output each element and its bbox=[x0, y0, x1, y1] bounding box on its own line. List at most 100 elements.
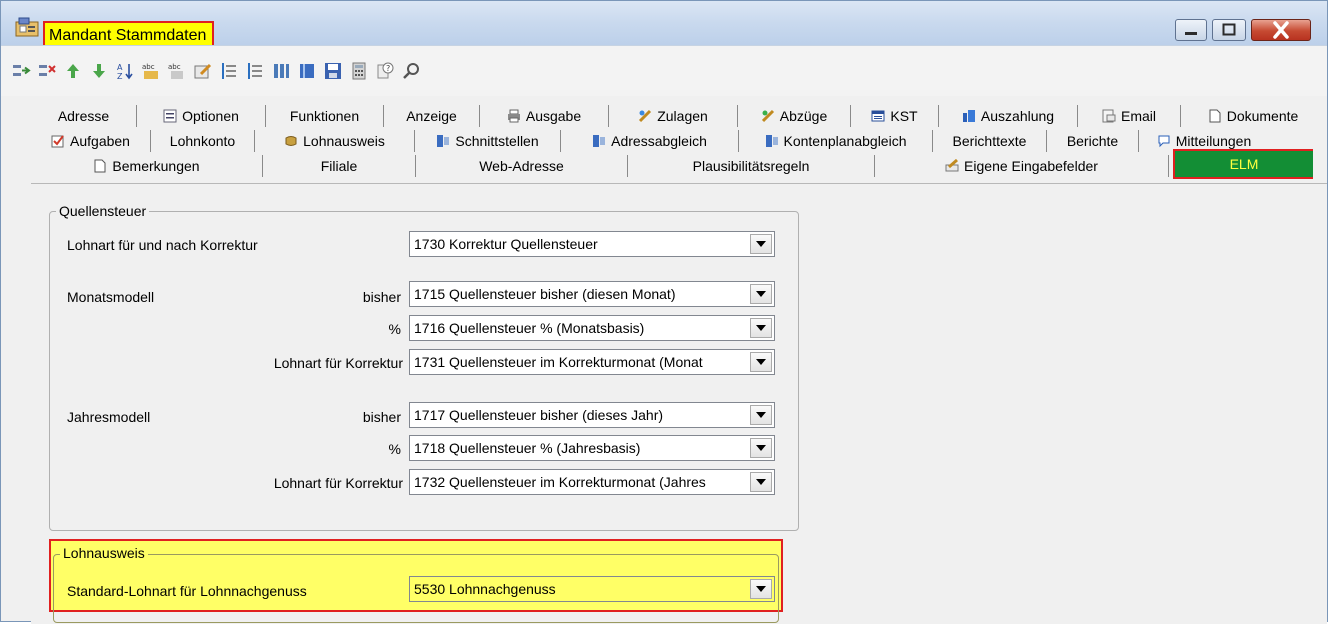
tab-zulagen[interactable]: Zulagen bbox=[609, 105, 738, 127]
zulagen-icon bbox=[639, 109, 652, 123]
jahr-bisher-select[interactable]: 1717 Quellensteuer bisher (dieses Jahr) bbox=[409, 402, 775, 428]
spellcheck-icon[interactable]: abc bbox=[141, 61, 161, 81]
tab-row-2: Aufgaben Lohnkonto Lohnausweis Schnittst… bbox=[31, 130, 1269, 152]
tab-kontenplanabgleich[interactable]: Kontenplanabgleich bbox=[739, 130, 933, 152]
monat-korr-label: Lohnart für Korrektur bbox=[273, 355, 403, 371]
maximize-button[interactable] bbox=[1212, 19, 1246, 41]
tab-adressabgleich[interactable]: Adressabgleich bbox=[561, 130, 739, 152]
svg-text:abc: abc bbox=[142, 63, 155, 71]
info-icon[interactable]: ? bbox=[375, 61, 395, 81]
tab-aufgaben[interactable]: Aufgaben bbox=[31, 130, 151, 152]
jahr-bisher-dropdown-button[interactable] bbox=[750, 405, 772, 425]
calculator-icon[interactable] bbox=[349, 61, 369, 81]
interface-icon bbox=[593, 135, 606, 147]
tab-anzeige[interactable]: Anzeige bbox=[384, 105, 480, 127]
search-icon[interactable] bbox=[401, 61, 421, 81]
tab-web-adresse[interactable]: Web-Adresse bbox=[416, 155, 628, 177]
svg-text:Z: Z bbox=[117, 72, 123, 81]
tab-lohnausweis[interactable]: Lohnausweis bbox=[255, 130, 415, 152]
tab-adresse[interactable]: Adresse bbox=[31, 105, 137, 127]
monat-pct-dropdown-button[interactable] bbox=[750, 318, 772, 338]
tab-funktionen[interactable]: Funktionen bbox=[266, 105, 384, 127]
svg-text:abc: abc bbox=[168, 63, 181, 71]
jahr-korr-select[interactable]: 1732 Quellensteuer im Korrekturmonat (Ja… bbox=[409, 469, 775, 495]
list-icon[interactable] bbox=[219, 61, 239, 81]
standard-lohnart-select[interactable]: 5530 Lohnnachgenuss bbox=[409, 576, 775, 602]
dropdown-arrow-icon bbox=[756, 291, 766, 297]
list-options-icon[interactable] bbox=[245, 61, 265, 81]
standard-lohnart-label: Standard-Lohnart für Lohnnachgenuss bbox=[67, 583, 307, 599]
lohnausweis-legend: Lohnausweis bbox=[60, 545, 148, 561]
monat-bisher-value: 1715 Quellensteuer bisher (diesen Monat) bbox=[414, 286, 676, 302]
tab-row-3: Bemerkungen Filiale Web-Adresse Plausibi… bbox=[31, 149, 1313, 179]
auszahlung-icon bbox=[962, 110, 975, 122]
tab-kst[interactable]: KST bbox=[851, 105, 939, 127]
korrektur-dropdown-button[interactable] bbox=[750, 234, 772, 254]
standard-lohnart-dropdown-button[interactable] bbox=[750, 579, 772, 599]
tab-ausgabe[interactable]: Ausgabe bbox=[480, 105, 609, 127]
delete-row-icon[interactable] bbox=[37, 61, 57, 81]
tab-dokumente[interactable]: Dokumente bbox=[1181, 105, 1325, 127]
monat-bisher-label: bisher bbox=[362, 289, 401, 305]
svg-text:?: ? bbox=[386, 64, 390, 73]
move-down-icon[interactable] bbox=[89, 61, 109, 81]
tab-auszahlung[interactable]: Auszahlung bbox=[939, 105, 1078, 127]
tab-lohnkonto[interactable]: Lohnkonto bbox=[151, 130, 255, 152]
monat-korr-value: 1731 Quellensteuer im Korrekturmonat (Mo… bbox=[414, 354, 703, 370]
title-bar: Mandant Stammdaten bbox=[1, 1, 1327, 51]
options-icon bbox=[163, 109, 177, 123]
sort-icon[interactable]: AZ bbox=[115, 61, 135, 81]
korrektur-select[interactable]: 1730 Korrektur Quellensteuer bbox=[409, 231, 775, 257]
jahr-pct-select[interactable]: 1718 Quellensteuer % (Jahresbasis) bbox=[409, 435, 775, 461]
tab-optionen[interactable]: Optionen bbox=[137, 105, 266, 127]
svg-text:A: A bbox=[117, 63, 123, 72]
dropdown-arrow-icon bbox=[756, 359, 766, 365]
tab-plausibilitaetsregeln[interactable]: Plausibilitätsregeln bbox=[628, 155, 875, 177]
insert-row-icon[interactable] bbox=[11, 61, 31, 81]
tab-berichttexte[interactable]: Berichttexte bbox=[933, 130, 1047, 152]
document-icon bbox=[1209, 109, 1221, 123]
document-icon bbox=[94, 159, 106, 173]
dropdown-arrow-icon bbox=[756, 479, 766, 485]
book-icon[interactable] bbox=[297, 61, 317, 81]
jahr-korr-dropdown-button[interactable] bbox=[750, 472, 772, 492]
maximize-icon bbox=[1222, 23, 1236, 36]
dropdown-arrow-icon bbox=[756, 445, 766, 451]
dropdown-arrow-icon bbox=[756, 412, 766, 418]
jahr-korr-value: 1732 Quellensteuer im Korrekturmonat (Ja… bbox=[414, 474, 706, 490]
jahr-pct-value: 1718 Quellensteuer % (Jahresbasis) bbox=[414, 440, 641, 456]
close-button[interactable] bbox=[1251, 19, 1311, 41]
edit-icon[interactable] bbox=[193, 61, 213, 81]
monat-korr-select[interactable]: 1731 Quellensteuer im Korrekturmonat (Mo… bbox=[409, 349, 775, 375]
printer-icon bbox=[507, 109, 520, 123]
tasks-icon bbox=[51, 135, 64, 148]
app-icon bbox=[15, 17, 39, 37]
jahr-bisher-value: 1717 Quellensteuer bisher (dieses Jahr) bbox=[414, 407, 664, 423]
tab-schnittstellen[interactable]: Schnittstellen bbox=[415, 130, 561, 152]
monat-pct-select[interactable]: 1716 Quellensteuer % (Monatsbasis) bbox=[409, 315, 775, 341]
jahr-pct-dropdown-button[interactable] bbox=[750, 438, 772, 458]
main-window: Mandant Stammdaten AZ abc abc ? Adresse … bbox=[0, 0, 1328, 624]
tab-berichte[interactable]: Berichte bbox=[1047, 130, 1139, 152]
dropdown-arrow-icon bbox=[756, 241, 766, 247]
abzuege-icon bbox=[761, 109, 774, 123]
monat-korr-dropdown-button[interactable] bbox=[750, 352, 772, 372]
tab-filiale[interactable]: Filiale bbox=[263, 155, 416, 177]
tab-email[interactable]: Email bbox=[1078, 105, 1181, 127]
dropdown-arrow-icon bbox=[756, 586, 766, 592]
tab-bemerkungen[interactable]: Bemerkungen bbox=[31, 155, 263, 177]
minimize-button[interactable] bbox=[1175, 19, 1207, 41]
spellcheck-options-icon[interactable]: abc bbox=[167, 61, 187, 81]
tab-abzuege[interactable]: Abzüge bbox=[738, 105, 851, 127]
tab-eigene-eingabefelder[interactable]: Eigene Eingabefelder bbox=[875, 155, 1169, 177]
monat-bisher-dropdown-button[interactable] bbox=[750, 284, 772, 304]
tab-strip: Adresse Optionen Funktionen Anzeige Ausg… bbox=[1, 95, 1327, 183]
jahr-pct-label: % bbox=[388, 441, 401, 457]
save-icon[interactable] bbox=[323, 61, 343, 81]
columns-icon[interactable] bbox=[271, 61, 291, 81]
move-up-icon[interactable] bbox=[63, 61, 83, 81]
monat-bisher-select[interactable]: 1715 Quellensteuer bisher (diesen Monat) bbox=[409, 281, 775, 307]
monatsmodell-label: Monatsmodell bbox=[67, 289, 155, 305]
tab-elm[interactable]: ELM bbox=[1173, 149, 1313, 179]
monat-pct-value: 1716 Quellensteuer % (Monatsbasis) bbox=[414, 320, 645, 336]
